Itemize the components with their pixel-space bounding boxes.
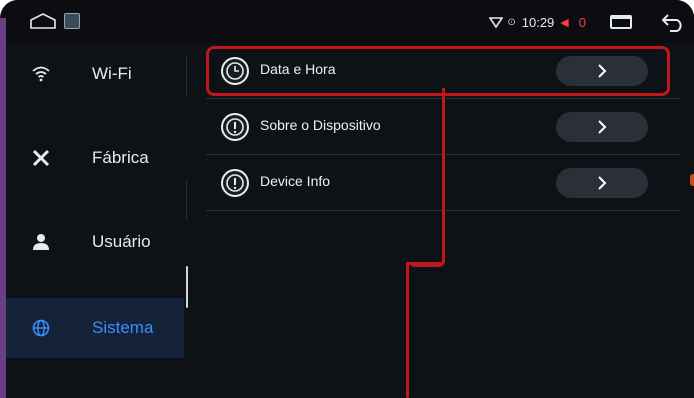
annotation-callout <box>406 262 409 398</box>
location-icon: ⊙ <box>507 16 516 28</box>
sidebar-item-label: Sistema <box>92 318 154 337</box>
back-icon[interactable] <box>660 12 686 32</box>
settings-list: Data e Hora Sobre o Dispositivo Device I… <box>206 44 694 398</box>
recents-icon[interactable] <box>610 15 632 29</box>
chevron-right-button[interactable] <box>556 168 648 198</box>
tools-icon <box>32 149 50 167</box>
edge-indicator <box>690 174 694 186</box>
scroll-indicator <box>186 266 188 308</box>
clock-icon <box>221 57 249 85</box>
divider <box>186 180 187 220</box>
image-thumbnail-icon <box>64 13 80 29</box>
divider <box>186 56 187 96</box>
sidebar-item-label: Usuário <box>92 232 151 251</box>
sidebar-item-label: Wi-Fi <box>92 64 132 83</box>
sidebar-item-sistema[interactable]: Sistema <box>6 298 184 358</box>
chevron-right-icon <box>598 176 607 190</box>
wifi-icon <box>489 17 504 28</box>
annotation-callout <box>406 262 442 265</box>
list-item-label: Data e Hora <box>260 61 336 77</box>
sidebar-item-label: Fábrica <box>92 148 149 167</box>
sidebar: Wi-Fi Fábrica Usuário Sistema <box>6 44 184 398</box>
sidebar-item-wifi[interactable]: Wi-Fi <box>6 44 184 104</box>
notification-count: 0 <box>578 14 586 30</box>
info-icon <box>221 113 249 141</box>
annotation-callout <box>412 88 445 267</box>
sidebar-item-usuario[interactable]: Usuário <box>6 212 184 272</box>
info-icon <box>221 169 249 197</box>
chevron-right-button[interactable] <box>556 56 648 86</box>
device-frame: ⊙ 10:29 ◀ 0 Wi-Fi Fábrica Usuário Sistem… <box>0 0 694 398</box>
globe-icon <box>32 319 50 337</box>
volume-muted-icon: ◀ <box>560 16 569 29</box>
chevron-right-icon <box>598 120 607 134</box>
home-outline-icon[interactable] <box>30 13 56 29</box>
list-item-label: Sobre o Dispositivo <box>260 117 381 133</box>
status-bar: ⊙ 10:29 ◀ 0 <box>6 0 694 44</box>
screen: ⊙ 10:29 ◀ 0 Wi-Fi Fábrica Usuário Sistem… <box>6 0 694 398</box>
clock-time: 10:29 <box>521 14 555 30</box>
chevron-right-button[interactable] <box>556 112 648 142</box>
list-item-label: Device Info <box>260 173 331 189</box>
user-icon <box>33 234 49 250</box>
wifi-icon <box>32 66 50 82</box>
chevron-right-icon <box>598 64 607 78</box>
sidebar-item-fabrica[interactable]: Fábrica <box>6 128 184 188</box>
